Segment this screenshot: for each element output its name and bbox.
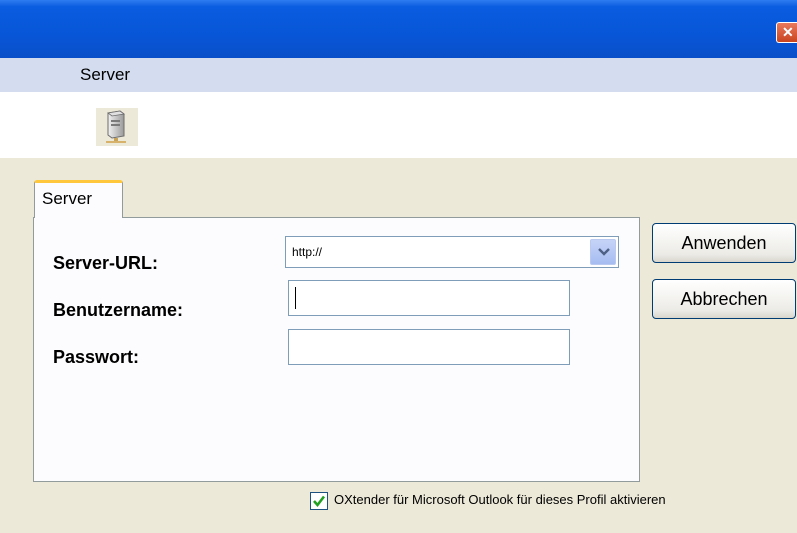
server-url-value: http:// (292, 245, 323, 259)
cancel-button[interactable]: Abbrechen (652, 279, 796, 319)
server-url-dropdown-button[interactable] (590, 239, 616, 265)
close-icon: ✕ (782, 24, 794, 40)
activate-profile-label: OXtender für Microsoft Outlook für diese… (334, 492, 666, 507)
tab-server-label: Server (42, 189, 93, 208)
server-url-label: Server-URL: (53, 253, 159, 273)
password-label: Passwort: (53, 347, 140, 367)
server-icon (106, 110, 126, 143)
password-field[interactable] (288, 329, 570, 365)
activate-profile-checkbox[interactable] (310, 492, 328, 510)
icon-strip (0, 92, 797, 158)
server-url-combobox[interactable]: http:// (285, 236, 619, 268)
text-caret (295, 287, 296, 309)
chevron-down-icon (598, 248, 610, 256)
close-button[interactable]: ✕ (776, 22, 797, 43)
server-icon-button[interactable] (96, 108, 138, 146)
tab-server[interactable]: Server (34, 180, 123, 218)
header-strip: Server (0, 58, 797, 92)
section-label: Server (80, 65, 131, 84)
window-titlebar: ✕ (0, 0, 797, 58)
username-label: Benutzername: (53, 300, 184, 320)
username-field[interactable] (288, 280, 570, 316)
apply-button[interactable]: Anwenden (652, 223, 796, 263)
checkmark-icon (313, 495, 326, 508)
